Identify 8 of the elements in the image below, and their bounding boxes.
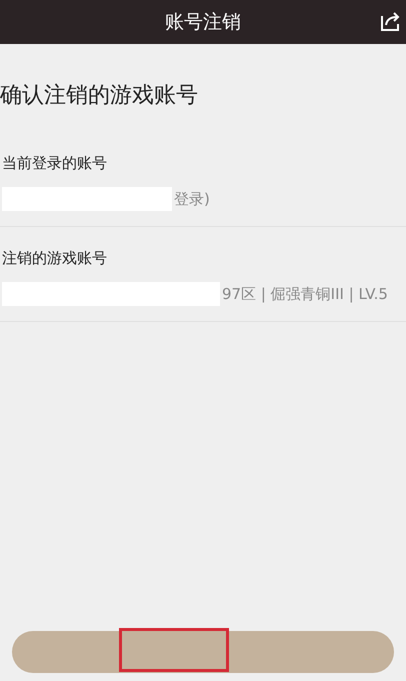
section-label: 当前登录的账号 (2, 154, 108, 174)
confirm-button[interactable] (12, 631, 394, 673)
page-heading: 确认注销的游戏账号 (0, 83, 198, 108)
screen-title: 账号注销 (165, 10, 241, 35)
share-icon[interactable] (380, 10, 402, 32)
section-label: 注销的游戏账号 (2, 249, 108, 269)
account-info: 97区 | 倔强青铜III | LV.5 (222, 284, 388, 304)
account-info: 登录) (174, 190, 210, 208)
